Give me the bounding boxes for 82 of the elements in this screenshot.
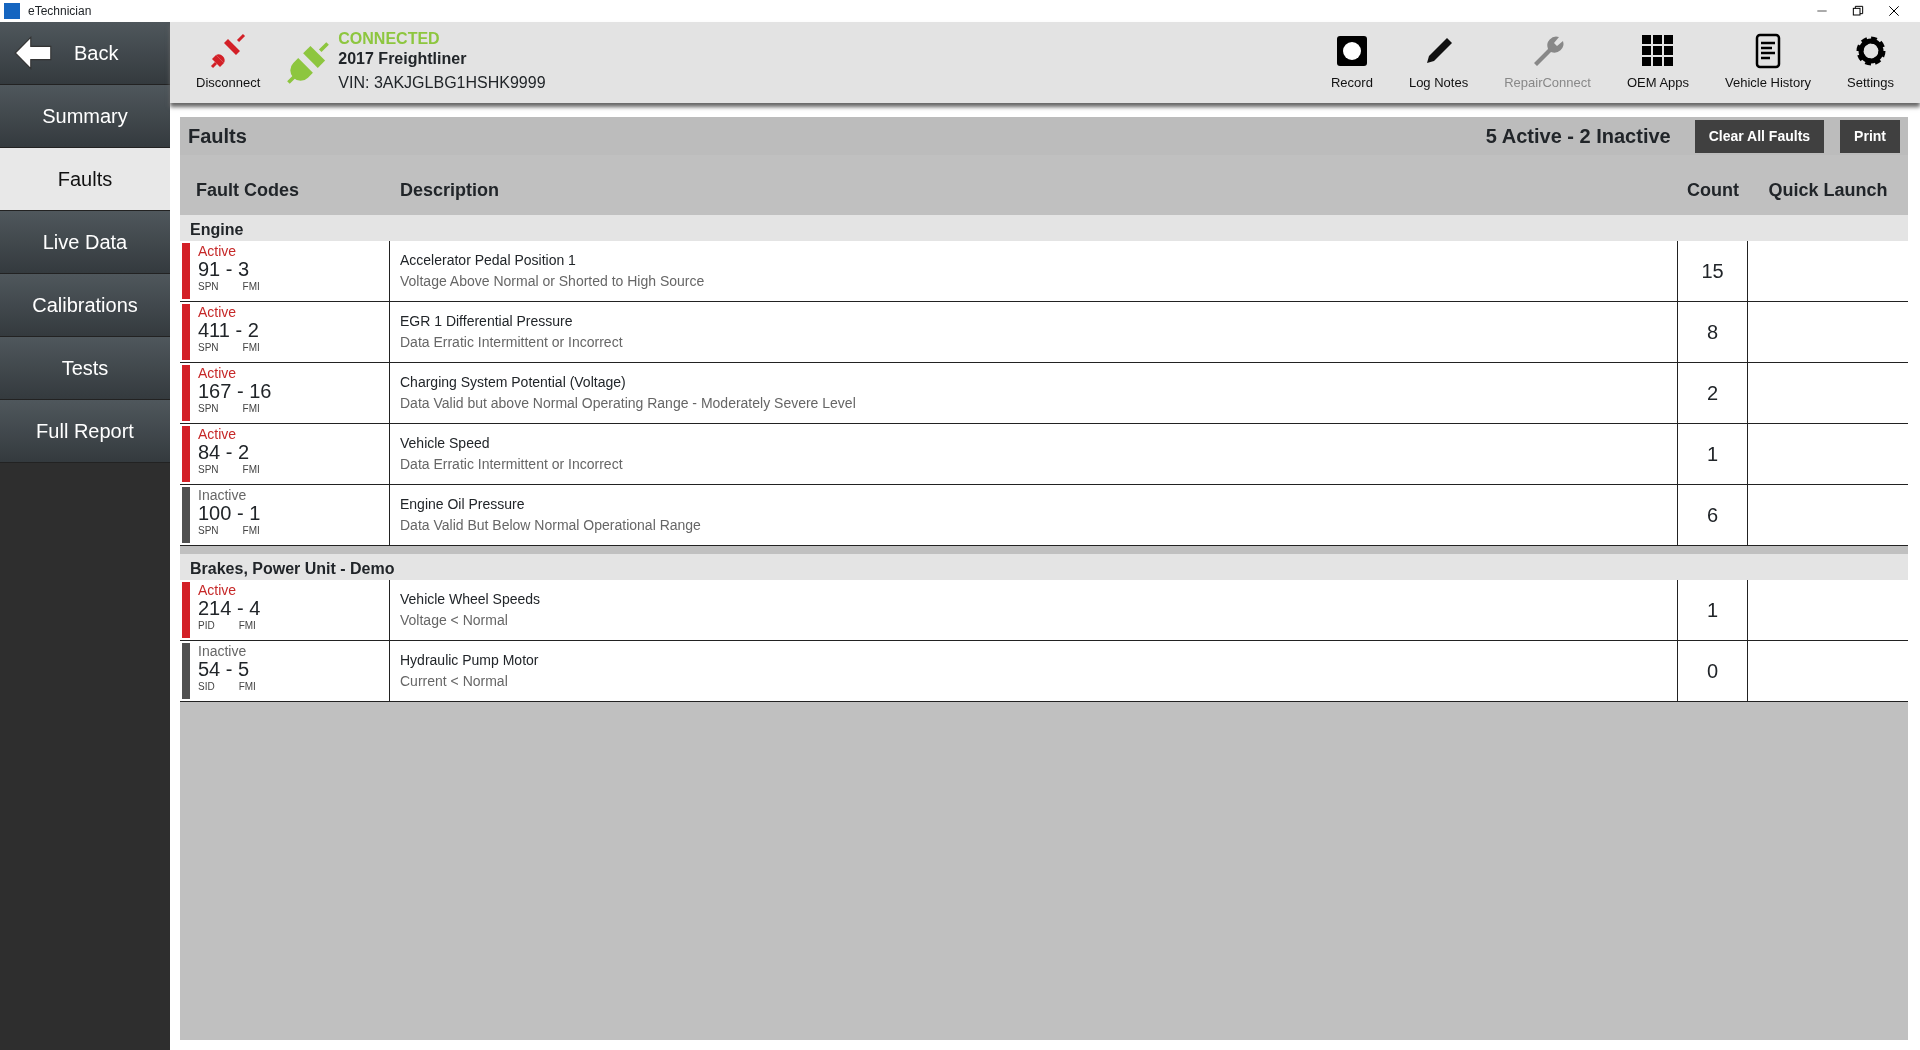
toolbar-button[interactable]: Vehicle History — [1715, 26, 1821, 99]
code-label: FMI — [242, 402, 260, 417]
sidebar-item[interactable]: Summary — [0, 85, 170, 148]
fault-title: Vehicle Wheel Speeds — [400, 590, 542, 609]
code-label: FMI — [242, 341, 260, 356]
page-title: Faults — [188, 124, 247, 149]
disconnect-button[interactable]: Disconnect — [186, 26, 271, 99]
fault-code: 214 - 4 — [198, 598, 261, 619]
group-header: Engine — [180, 215, 1908, 241]
sidebar-item[interactable]: Tests — [0, 337, 170, 400]
fault-code: 411 - 2 — [198, 320, 260, 341]
fault-title: Engine Oil Pressure — [400, 495, 526, 514]
code-label: SID — [198, 680, 215, 695]
fault-code: 91 - 3 — [198, 259, 251, 280]
code-label: SPN — [198, 524, 219, 539]
close-icon[interactable] — [1888, 5, 1900, 17]
code-label: FMI — [238, 680, 256, 695]
toolbar-button[interactable]: Settings — [1837, 26, 1904, 99]
toolbar-button[interactable]: OEM Apps — [1616, 26, 1700, 99]
fault-detail: Voltage Above Normal or Shorted to High Source — [400, 272, 706, 291]
fault-detail: Data Valid But Below Normal Operational Range — [400, 516, 702, 535]
action-button[interactable]: Print — [1840, 119, 1900, 153]
sidebar-item[interactable]: Calibrations — [0, 274, 170, 337]
code-label: FMI — [242, 524, 260, 539]
action-button[interactable]: Clear All Faults — [1694, 119, 1825, 153]
code-label: PID — [198, 619, 215, 634]
fault-count: 15 — [1701, 259, 1724, 284]
column-header: Quick Launch — [1767, 178, 1889, 202]
code-label: SPN — [198, 463, 219, 478]
fault-code: 100 - 1 — [198, 503, 261, 524]
fault-count: 8 — [1706, 320, 1719, 345]
code-label: FMI — [238, 619, 256, 634]
toolbar-button[interactable]: Log Notes — [1398, 26, 1479, 99]
window-title: eTechnician — [28, 3, 92, 20]
column-header: Fault Codes — [195, 178, 300, 202]
fault-title: Vehicle Speed — [400, 434, 491, 453]
fault-count: 6 — [1706, 503, 1719, 528]
code-label: SPN — [198, 402, 219, 417]
code-label: FMI — [242, 280, 260, 295]
vehicle-name: 2017 Freightliner — [338, 48, 468, 69]
code-label: SPN — [198, 341, 219, 356]
fault-detail: Data Erratic Intermittent or Incorrect — [400, 333, 624, 352]
fault-title: Hydraulic Pump Motor — [400, 651, 540, 670]
fault-summary: 5 Active - 2 Inactive — [1485, 124, 1671, 149]
code-label: SPN — [198, 280, 219, 295]
restore-icon[interactable] — [1852, 5, 1864, 17]
vin-text: VIN: 3AKJGLBG1HSHK9999 — [338, 72, 546, 93]
fault-status: Inactive — [198, 644, 248, 660]
sidebar-item[interactable]: Live Data — [0, 211, 170, 274]
app-logo-icon — [4, 3, 20, 19]
toolbar-button[interactable]: Record — [1321, 26, 1383, 99]
fault-count: 2 — [1706, 381, 1719, 406]
grid-icon — [1639, 32, 1676, 69]
fault-code: 54 - 5 — [198, 659, 251, 680]
unplugged-icon — [210, 32, 247, 69]
fault-detail: Voltage < Normal — [400, 611, 509, 630]
fault-status: Active — [198, 583, 238, 599]
fault-status: Active — [198, 427, 238, 443]
fault-title: EGR 1 Differential Pressure — [400, 312, 574, 331]
fault-count: 1 — [1706, 598, 1719, 623]
fault-code: 167 - 16 — [198, 381, 272, 402]
back-button[interactable]: Back — [0, 22, 170, 85]
fault-title: Accelerator Pedal Position 1 — [400, 251, 577, 270]
fault-count: 0 — [1706, 659, 1719, 684]
plug-icon — [286, 40, 331, 85]
column-header: Description — [399, 178, 501, 202]
fault-status: Inactive — [198, 488, 248, 504]
fault-count: 1 — [1706, 442, 1719, 467]
fault-code: 84 - 2 — [198, 442, 251, 463]
group-header: Brakes, Power Unit - Demo — [180, 554, 1908, 580]
connection-status: CONNECTED — [338, 30, 441, 47]
fault-detail: Data Erratic Intermittent or Incorrect — [400, 455, 624, 474]
fault-status: Active — [198, 244, 238, 260]
fault-status: Active — [198, 366, 238, 382]
column-header: Count — [1686, 178, 1740, 202]
code-label: FMI — [242, 463, 260, 478]
sidebar-item[interactable]: Full Report — [0, 400, 170, 463]
fault-status: Active — [198, 305, 238, 321]
fault-detail: Data Valid but above Normal Operating Range - Moderately Severe Level — [400, 394, 857, 413]
sidebar-item[interactable]: Faults — [0, 148, 170, 211]
fault-title: Charging System Potential (Voltage) — [400, 373, 627, 392]
fault-detail: Current < Normal — [400, 672, 509, 691]
